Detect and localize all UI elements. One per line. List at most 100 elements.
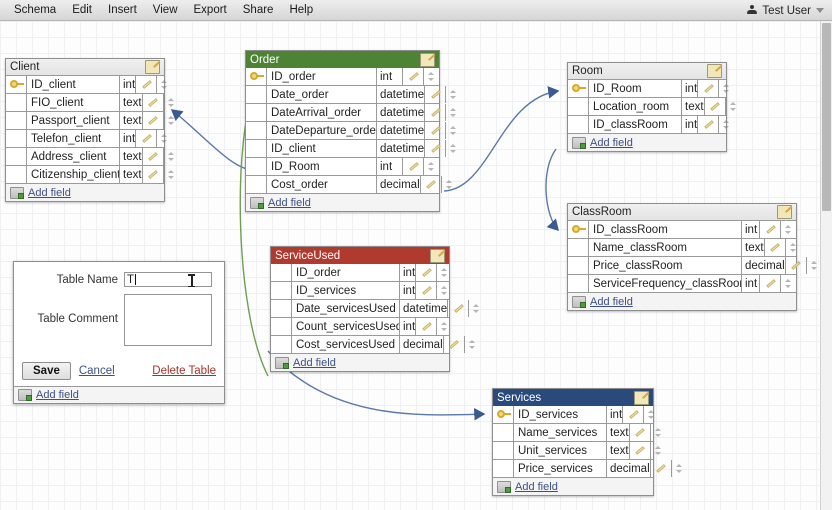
field-row[interactable]: ID_client datetime (246, 140, 457, 158)
table-room[interactable]: Room ID_Room int Location_room text ID_classR… (567, 62, 736, 152)
add-field-bar[interactable]: Add field (493, 478, 653, 495)
field-reorder-cell[interactable] (424, 158, 439, 175)
field-reorder-cell[interactable] (437, 264, 452, 281)
table-comment-input[interactable] (124, 294, 212, 346)
field-edit-cell[interactable] (760, 275, 781, 292)
field-reorder-cell[interactable] (164, 112, 179, 129)
field-reorder-cell[interactable] (786, 239, 801, 256)
field-row[interactable]: ID_classRoom int (568, 221, 796, 239)
edit-icon[interactable] (430, 248, 445, 263)
field-reorder-cell[interactable] (807, 257, 820, 274)
table-name-input[interactable]: T (124, 272, 212, 287)
menu-item-insert[interactable]: Insert (100, 2, 145, 18)
field-reorder-cell[interactable] (446, 122, 461, 139)
menu-item-edit[interactable]: Edit (64, 2, 100, 18)
field-row[interactable]: ID_Room int (246, 158, 439, 176)
field-row[interactable]: Name_services text (493, 424, 661, 442)
field-row[interactable]: ID_client int (6, 76, 168, 94)
field-edit-cell[interactable] (143, 94, 164, 111)
field-row[interactable]: ID_order int (246, 68, 439, 86)
menu-item-export[interactable]: Export (186, 2, 235, 18)
field-edit-cell[interactable] (143, 148, 164, 165)
field-row[interactable]: Date_servicesUsed datetime (271, 300, 480, 318)
menu-item-view[interactable]: View (145, 2, 186, 18)
field-edit-cell[interactable] (403, 158, 424, 175)
field-reorder-cell[interactable] (157, 130, 172, 147)
add-field-bar[interactable]: Add field (271, 354, 449, 371)
edit-icon[interactable] (420, 52, 435, 67)
field-edit-cell[interactable] (421, 176, 442, 193)
field-reorder-cell[interactable] (164, 166, 179, 183)
field-row[interactable]: Date_order datetime (246, 86, 457, 104)
add-field-label[interactable]: Add field (268, 197, 311, 209)
user-menu[interactable]: Test User (747, 0, 824, 21)
add-field-label[interactable]: Add field (515, 481, 558, 493)
field-reorder-cell[interactable] (469, 300, 484, 317)
menu-item-schema[interactable]: Schema (6, 2, 64, 18)
field-row[interactable]: Price_services decimal (493, 460, 682, 478)
table-order[interactable]: Order ID_order int Date_order datetime DateAr… (245, 50, 457, 212)
field-edit-cell[interactable] (630, 424, 651, 441)
field-edit-cell[interactable] (760, 221, 781, 238)
add-field-bar[interactable]: Add field (6, 184, 164, 201)
field-row[interactable]: ID_services int (271, 282, 449, 300)
field-reorder-cell[interactable] (465, 336, 480, 353)
field-edit-cell[interactable] (705, 98, 726, 115)
field-edit-cell[interactable] (698, 116, 720, 133)
field-edit-cell[interactable] (786, 257, 807, 274)
add-field-label[interactable]: Add field (293, 357, 336, 369)
schema-canvas[interactable]: Client ID_client int FIO_client text Passport… (0, 21, 820, 510)
field-row[interactable]: ID_Room int (568, 80, 730, 98)
field-reorder-cell[interactable] (651, 442, 666, 459)
cancel-link[interactable]: Cancel (79, 365, 115, 377)
field-reorder-cell[interactable] (446, 104, 461, 121)
add-field-label[interactable]: Add field (590, 137, 633, 149)
field-row[interactable]: ID_services int (493, 406, 655, 424)
field-edit-cell[interactable] (765, 239, 786, 256)
field-row[interactable]: ID_classRoom int (568, 116, 730, 134)
field-row[interactable]: Price_classRoom decimal (568, 257, 817, 275)
field-edit-cell[interactable] (416, 264, 438, 281)
field-reorder-cell[interactable] (446, 140, 461, 157)
edit-icon[interactable] (634, 390, 649, 405)
field-edit-cell[interactable] (698, 80, 720, 97)
field-reorder-cell[interactable] (644, 406, 659, 423)
table-edit-dialog[interactable]: Table Name T Table Comment Save Cancel D… (13, 261, 225, 404)
add-field-bar[interactable]: Add field (568, 293, 796, 310)
field-edit-cell[interactable] (425, 122, 447, 139)
add-field-bar[interactable]: Add field (568, 134, 726, 151)
table-serviceused[interactable]: ServiceUsed ID_order int ID_services int Date… (270, 246, 480, 372)
field-reorder-cell[interactable] (726, 98, 741, 115)
menu-item-help[interactable]: Help (281, 2, 321, 18)
field-row[interactable]: Name_classRoom text (568, 239, 796, 257)
field-row[interactable]: Count_servicesUsed int (271, 318, 449, 336)
field-edit-cell[interactable] (143, 112, 164, 129)
field-row[interactable]: ID_order int (271, 264, 449, 282)
field-edit-cell[interactable] (630, 442, 651, 459)
field-row[interactable]: Passport_client text (6, 112, 174, 130)
field-edit-cell[interactable] (136, 130, 158, 147)
field-reorder-cell[interactable] (164, 148, 179, 165)
table-classroom[interactable]: ClassRoom ID_classRoom int Name_classRoom te… (567, 203, 817, 311)
field-row[interactable]: Cost_order decimal (246, 176, 452, 194)
field-edit-cell[interactable] (143, 166, 164, 183)
edit-icon[interactable] (707, 64, 722, 78)
field-reorder-cell[interactable] (157, 76, 172, 93)
add-field-label[interactable]: Add field (36, 389, 79, 401)
field-reorder-cell[interactable] (781, 221, 796, 238)
field-row[interactable]: Unit_services text (493, 442, 661, 460)
table-services[interactable]: Services ID_services int Name_services text U… (492, 388, 682, 496)
table-header[interactable]: ClassRoom (568, 204, 796, 221)
dialog-add-field-bar[interactable]: Add field (14, 386, 224, 403)
field-edit-cell[interactable] (416, 318, 438, 335)
table-header[interactable]: Order (246, 51, 439, 68)
field-edit-cell[interactable] (448, 300, 470, 317)
field-row[interactable]: DateDeparture_order datetime (246, 122, 457, 140)
table-client[interactable]: Client ID_client int FIO_client text Passport… (5, 58, 174, 202)
field-edit-cell[interactable] (651, 460, 672, 477)
field-row[interactable]: Telefon_client int (6, 130, 168, 148)
field-edit-cell[interactable] (425, 140, 447, 157)
add-field-label[interactable]: Add field (28, 187, 71, 199)
menu-item-share[interactable]: Share (235, 2, 282, 18)
field-reorder-cell[interactable] (719, 80, 734, 97)
